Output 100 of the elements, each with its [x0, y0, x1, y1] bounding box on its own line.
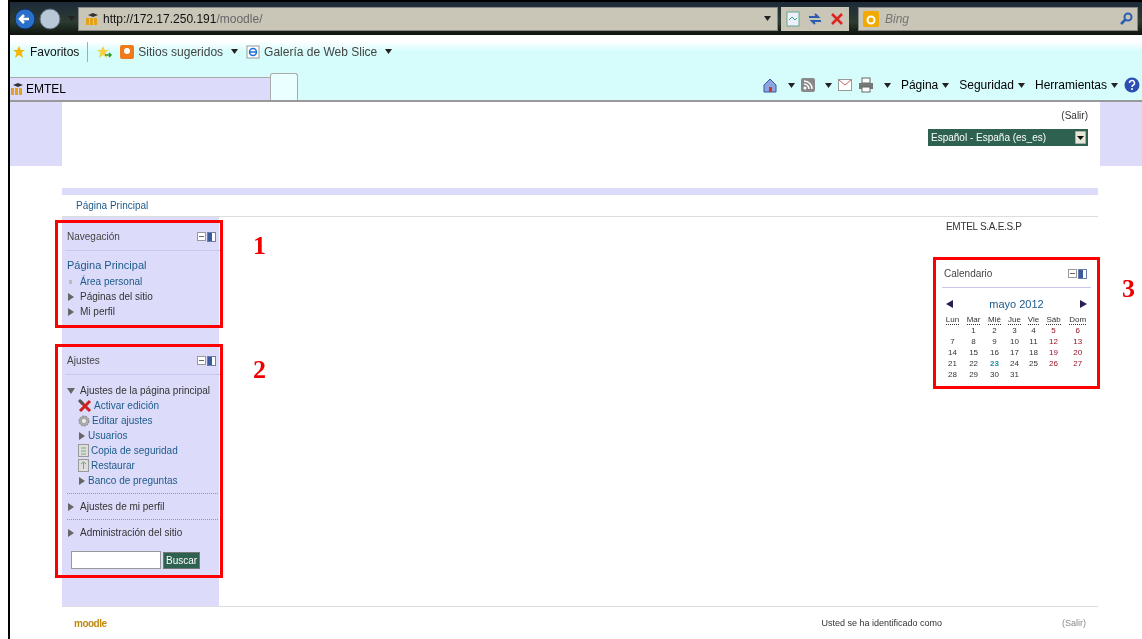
settings-link[interactable]: Usuarios — [88, 430, 128, 441]
printer-icon[interactable] — [857, 77, 874, 93]
calendar-day[interactable]: 3 — [1012, 326, 1017, 335]
search-button[interactable]: Buscar — [163, 551, 201, 569]
calendar-day[interactable]: 28 — [947, 370, 957, 379]
weekday-label: Dom — [1069, 315, 1087, 325]
collapsed-arrow-icon[interactable] — [78, 431, 86, 440]
search-box[interactable]: Bing — [858, 6, 1138, 31]
back-button[interactable] — [14, 7, 36, 30]
settings-link[interactable]: Copia de seguridad — [91, 445, 178, 456]
settings-link[interactable]: Activar edición — [94, 400, 160, 411]
dock-icon[interactable] — [1078, 268, 1087, 279]
caret-icon — [942, 82, 950, 88]
settings-link[interactable]: Banco de preguntas — [88, 475, 178, 486]
settings-item[interactable]: Administración del sitio — [80, 527, 183, 538]
gear-icon — [78, 414, 90, 427]
add-favorite-icon[interactable] — [96, 44, 113, 59]
calendar-day[interactable]: 30 — [989, 370, 999, 379]
search-icon[interactable] — [1120, 12, 1133, 25]
calendar-day[interactable]: 23 — [989, 359, 999, 368]
calendar-day[interactable]: 4 — [1031, 326, 1036, 335]
calendar-day[interactable]: 14 — [947, 348, 957, 357]
tools-icon — [78, 399, 92, 412]
calendar-day[interactable]: 29 — [969, 370, 979, 379]
calendar-day[interactable]: 22 — [969, 359, 979, 368]
month-link[interactable]: mayo 2012 — [989, 298, 1044, 310]
suggested-sites-button[interactable]: Sitios sugeridos — [120, 44, 239, 59]
dropdown-arrow-icon — [1075, 131, 1086, 144]
calendar-day[interactable]: 31 — [1010, 370, 1019, 379]
calendar-day[interactable]: 2 — [992, 326, 997, 335]
calendar-day[interactable]: 21 — [947, 359, 957, 368]
calendar-day[interactable]: 16 — [989, 348, 999, 357]
stop-icon[interactable] — [829, 10, 845, 27]
help-icon[interactable] — [1124, 77, 1140, 93]
address-field[interactable]: http://172.17.250.191/moodle/ — [78, 6, 778, 31]
nav-item[interactable]: Páginas del sitio — [80, 291, 153, 302]
calendar-day[interactable]: 11 — [1029, 337, 1038, 346]
block-title: Navegación — [67, 231, 120, 242]
annotation-number: 1 — [253, 231, 266, 261]
settings-link[interactable]: Editar ajustes — [92, 415, 153, 426]
nav-link[interactable]: Página Principal — [67, 259, 218, 271]
calendar-day[interactable]: 12 — [1049, 337, 1058, 346]
calendar-day[interactable]: 1 — [971, 326, 976, 335]
nav-link[interactable]: Área personal — [80, 276, 143, 287]
previous-month-icon[interactable] — [946, 300, 953, 308]
collapse-icon[interactable] — [1068, 268, 1077, 278]
command-menu[interactable]: Seguridad — [959, 78, 1025, 92]
calendar-day[interactable]: 15 — [969, 348, 979, 357]
collapsed-arrow-icon[interactable] — [67, 502, 75, 511]
logout-link[interactable]: (Salir) — [1062, 618, 1086, 628]
block-title: Ajustes — [67, 355, 100, 366]
calendar-day[interactable]: 6 — [1075, 326, 1080, 335]
expanded-arrow-icon[interactable] — [67, 386, 75, 395]
calendar-day[interactable]: 19 — [1049, 348, 1058, 357]
calendar-day[interactable]: 5 — [1051, 326, 1056, 335]
calendar-day[interactable]: 20 — [1073, 348, 1083, 357]
language-select[interactable]: Español - España (es_es) — [928, 129, 1088, 146]
calendar-day[interactable]: 9 — [992, 337, 997, 346]
collapsed-arrow-icon[interactable] — [78, 476, 86, 485]
calendar-day[interactable]: 25 — [1029, 359, 1038, 368]
home-icon[interactable] — [761, 77, 778, 93]
calendar-day[interactable]: 13 — [1073, 337, 1083, 346]
calendar-day[interactable]: 10 — [1010, 337, 1019, 346]
collapsed-arrow-icon[interactable] — [67, 292, 75, 301]
settings-item[interactable]: Ajustes de la página principal — [80, 385, 211, 396]
calendar-day[interactable]: 26 — [1049, 359, 1058, 368]
calendar-day[interactable]: 8 — [971, 337, 976, 346]
command-menu[interactable]: Herramientas — [1034, 78, 1118, 92]
collapsed-arrow-icon[interactable] — [67, 307, 75, 316]
collapsed-arrow-icon[interactable] — [67, 528, 75, 537]
dock-icon[interactable] — [207, 355, 216, 366]
compatibility-view-icon[interactable] — [785, 10, 801, 27]
login-info: Usted se ha identificado como — [821, 618, 942, 628]
command-menu[interactable]: Página — [900, 78, 950, 92]
collapse-icon[interactable] — [197, 355, 206, 365]
web-slice-gallery-button[interactable]: Galería de Web Slice — [246, 44, 393, 59]
collapse-icon[interactable] — [197, 231, 206, 241]
search-field[interactable]: Bing — [883, 10, 1116, 27]
new-tab-button[interactable] — [270, 73, 298, 100]
calendar-day[interactable]: 27 — [1073, 359, 1083, 368]
calendar-day[interactable]: 24 — [1010, 359, 1019, 368]
caret-icon — [764, 16, 771, 21]
logout-link[interactable]: (Salir) — [1061, 110, 1088, 121]
forward-button[interactable] — [39, 7, 61, 30]
browser-tab[interactable]: EMTEL — [10, 77, 270, 100]
refresh-icon[interactable] — [807, 10, 823, 27]
settings-link[interactable]: Restaurar — [91, 460, 135, 471]
mail-icon[interactable] — [837, 79, 852, 91]
calendar-day[interactable]: 7 — [950, 337, 955, 346]
feed-icon[interactable] — [800, 78, 815, 92]
search-input[interactable] — [71, 551, 161, 569]
breadcrumb-link[interactable]: Página Principal — [76, 200, 149, 211]
caret-icon — [824, 82, 832, 88]
favorites-button[interactable]: Favoritos — [12, 44, 80, 59]
calendar-day[interactable]: 17 — [1010, 348, 1019, 357]
dock-icon[interactable] — [207, 231, 216, 242]
calendar-day[interactable]: 18 — [1029, 348, 1038, 357]
next-month-icon[interactable] — [1080, 300, 1087, 308]
settings-item[interactable]: Ajustes de mi perfil — [80, 501, 165, 512]
nav-item[interactable]: Mi perfil — [80, 306, 115, 317]
